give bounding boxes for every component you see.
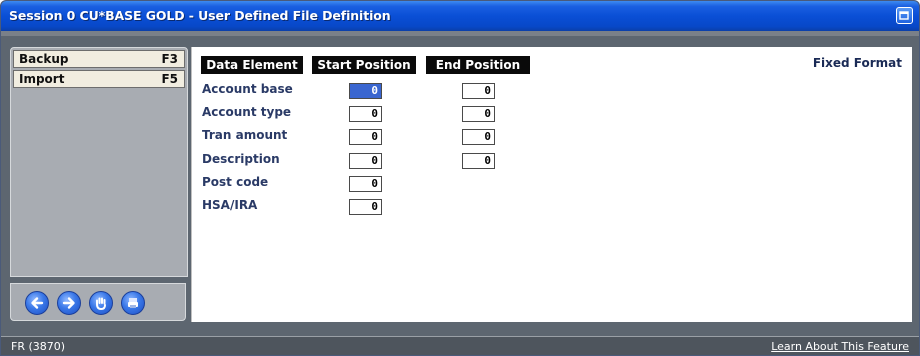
start-position-input-tran-amount[interactable]: 0: [349, 129, 382, 145]
sidebar-item-import[interactable]: Import F5: [13, 70, 185, 88]
sidebar-item-backup[interactable]: Backup F3: [13, 50, 185, 68]
row-label-account-type: Account type: [202, 105, 292, 119]
row-label-description: Description: [202, 152, 280, 166]
sidebar-item-label: Import: [19, 72, 65, 86]
end-position-input-account-type[interactable]: 0: [462, 106, 495, 122]
start-position-input-hsa-ira[interactable]: 0: [349, 199, 382, 215]
frame-strip: [1, 31, 919, 36]
print-icon[interactable]: [121, 291, 145, 315]
end-position-input-tran-amount[interactable]: 0: [462, 129, 495, 145]
sidebar-item-shortcut: F3: [161, 52, 178, 66]
column-header-start-position: Start Position: [312, 56, 416, 74]
main-content: Data Element Start Position End Position…: [191, 47, 912, 322]
status-bar: FR (3870) Learn About This Feature: [1, 336, 919, 355]
start-position-input-account-base[interactable]: 0: [349, 83, 382, 99]
screen-id: FR (3870): [11, 340, 66, 353]
back-arrow-icon[interactable]: [25, 291, 49, 315]
stop-hand-icon[interactable]: [89, 291, 113, 315]
app-window: Session 0 CU*BASE GOLD - User Defined Fi…: [0, 0, 920, 356]
sidebar: Backup F3 Import F5: [10, 47, 188, 277]
row-label-hsa-ira: HSA/IRA: [202, 198, 258, 212]
sidebar-item-shortcut: F5: [161, 72, 178, 86]
row-label-account-base: Account base: [202, 82, 293, 96]
end-position-input-account-base[interactable]: 0: [462, 83, 495, 99]
start-position-input-post-code[interactable]: 0: [349, 176, 382, 192]
end-position-input-description[interactable]: 0: [462, 153, 495, 169]
nav-button-bar: [10, 283, 186, 321]
column-header-data-element: Data Element: [201, 56, 303, 74]
column-header-end-position: End Position: [426, 56, 530, 74]
row-label-post-code: Post code: [202, 175, 269, 189]
title-bar: Session 0 CU*BASE GOLD - User Defined Fi…: [1, 1, 919, 31]
window-title: Session 0 CU*BASE GOLD - User Defined Fi…: [9, 8, 391, 23]
restore-icon[interactable]: [896, 7, 913, 24]
learn-about-feature-link[interactable]: Learn About This Feature: [771, 340, 909, 353]
start-position-input-description[interactable]: 0: [349, 153, 382, 169]
forward-arrow-icon[interactable]: [57, 291, 81, 315]
row-label-tran-amount: Tran amount: [202, 128, 288, 142]
format-label: Fixed Format: [812, 56, 902, 70]
start-position-input-account-type[interactable]: 0: [349, 106, 382, 122]
sidebar-item-label: Backup: [19, 52, 69, 66]
